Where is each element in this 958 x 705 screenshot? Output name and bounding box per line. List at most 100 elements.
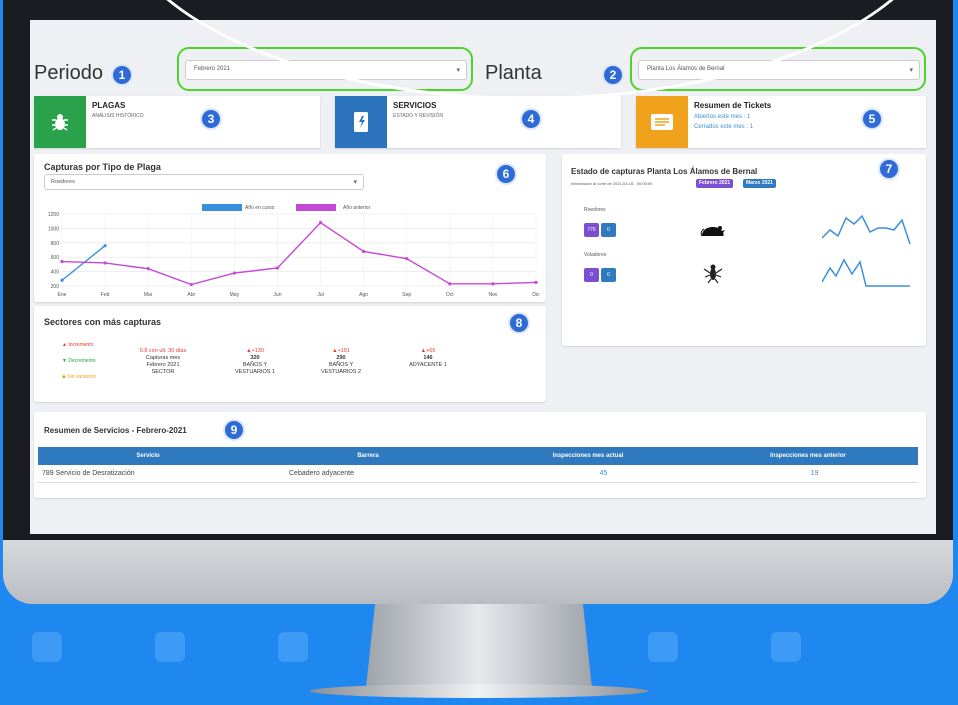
- x-tick-label: Oct: [446, 292, 454, 298]
- y-tick-label: 1200: [48, 212, 59, 218]
- data-point: [275, 266, 280, 270]
- legend-decremento: ▼ Decremento: [62, 358, 96, 364]
- cell-insp-actual[interactable]: 45: [496, 465, 707, 482]
- x-tick-label: Abr: [187, 292, 195, 298]
- x-tick-label: Nov: [488, 292, 497, 298]
- col-insp-anterior[interactable]: Inspecciones mes anterior: [698, 447, 918, 465]
- sectores-head-sector: SECTOR: [151, 369, 175, 375]
- tile-servicios[interactable]: SERVICIOS ESTADO Y REVISIÓN: [335, 96, 621, 148]
- estado-info: Información al corte de 2021-03-16 - 00:…: [571, 181, 653, 186]
- tickets-cerrados-link[interactable]: Cerrados este mes : 1: [694, 124, 753, 130]
- data-point: [448, 282, 452, 286]
- x-tick-label: Dic: [532, 292, 540, 298]
- data-point: [491, 282, 495, 286]
- x-tick-label: Feb: [101, 292, 110, 298]
- tile-plagas-title: PLAGAS: [92, 101, 126, 110]
- servicios-resumen-title: Resumen de Servicios - Febrero-2021: [44, 426, 187, 435]
- col-barrera[interactable]: Barrera: [258, 447, 478, 465]
- sector-item: ▲+66 146 ADYACENTE 1: [395, 348, 461, 369]
- sector-name: BAÑOS Y: [328, 362, 354, 368]
- data-point: [232, 271, 236, 275]
- legend-incremento: ▲ Incremento: [62, 342, 94, 348]
- table-header: Servicio Barrera Inspecciones mes actual…: [38, 447, 918, 465]
- monitor-stand-foot: [310, 684, 648, 698]
- legend-decremento-label: Decremento: [68, 358, 96, 364]
- col-servicio[interactable]: Servicio: [38, 447, 258, 465]
- bg-square: [278, 632, 308, 662]
- bug-icon: [34, 96, 86, 148]
- marker-7: 7: [878, 158, 900, 180]
- plaga-type-select[interactable]: Roedores ▾: [44, 174, 364, 190]
- y-tick-label: 1000: [48, 226, 59, 232]
- sector-value: 146: [423, 355, 433, 361]
- roedores-sparkline: [822, 214, 911, 245]
- marker-6: 6: [495, 163, 517, 185]
- estado-title: Estado de capturas Planta Los Álamos de …: [571, 167, 758, 176]
- legend-incremento-label: Incremento: [68, 342, 94, 348]
- data-point: [103, 261, 107, 265]
- legend-sin-variacion: ◆ Sin variación: [62, 374, 96, 380]
- sector-value: 290: [336, 355, 346, 361]
- sector-name: VESTUARIOS 1: [234, 369, 276, 375]
- sectores-title: Sectores con más capturas: [44, 317, 162, 327]
- bg-square: [648, 632, 678, 662]
- cell-insp-anterior[interactable]: 19: [707, 465, 918, 482]
- tile-plagas[interactable]: PLAGAS ANÁLISIS HISTÓRICO: [34, 96, 320, 148]
- badge-febrero[interactable]: Febrero 2021: [696, 179, 734, 188]
- sectores-head-period: 0.8 con ult. 30 días: [139, 348, 187, 354]
- monitor-stand-neck: [366, 604, 592, 688]
- tile-servicios-subtitle: ESTADO Y REVISIÓN: [393, 113, 444, 119]
- sector-value: 320: [250, 355, 260, 361]
- ticket-icon: [636, 96, 688, 148]
- voladores-count-febrero[interactable]: 0: [584, 268, 599, 282]
- sector-change: ▲+101: [332, 348, 350, 354]
- badge-marzo[interactable]: Marzo 2021: [743, 179, 776, 188]
- y-tick-label: 800: [51, 241, 60, 247]
- bg-square: [771, 632, 801, 662]
- chart-title: Capturas por Tipo de Plaga: [44, 162, 161, 172]
- rat-icon: [698, 220, 728, 243]
- tile-tickets-title: Resumen de Tickets: [694, 101, 772, 110]
- data-point: [318, 221, 323, 225]
- col-insp-actual[interactable]: Inspecciones mes actual: [478, 447, 698, 465]
- cell-barrera: Cebadero adyacente: [289, 470, 354, 477]
- monitor-chin: [3, 540, 953, 604]
- marker-9: 9: [223, 419, 245, 441]
- document-icon: [335, 96, 387, 148]
- tile-plagas-subtitle: ANÁLISIS HISTÓRICO: [92, 113, 144, 119]
- sector-item: ▲+101 290 BAÑOS Y VESTUARIOS 2: [308, 348, 374, 376]
- tile-servicios-title: SERVICIOS: [393, 101, 437, 110]
- data-point: [405, 257, 409, 261]
- y-tick-label: 600: [51, 255, 60, 261]
- marker-4: 4: [520, 108, 542, 130]
- marker-3: 3: [200, 108, 222, 130]
- servicios-table: Servicio Barrera Inspecciones mes actual…: [38, 447, 918, 483]
- chevron-down-icon: ▾: [909, 67, 913, 74]
- line-chart: 200 400 600 800 1000 1200 Ene Feb Mar Abr May Jun Ju…: [48, 212, 540, 298]
- x-tick-label: Ago: [359, 292, 368, 298]
- bg-square: [32, 632, 62, 662]
- marker-5: 5: [861, 108, 883, 130]
- x-tick-label: Jun: [273, 292, 281, 298]
- roedores-count-marzo[interactable]: 0: [601, 223, 616, 237]
- roedores-count-febrero[interactable]: 776: [584, 223, 599, 237]
- sector-name: BAÑOS Y: [242, 362, 268, 368]
- voladores-count-marzo[interactable]: 0: [601, 268, 616, 282]
- y-tick-label: 200: [51, 284, 60, 290]
- data-point: [534, 280, 538, 284]
- data-point: [60, 259, 64, 264]
- series-line-1: [61, 221, 537, 286]
- x-tick-label: Ene: [58, 292, 67, 298]
- x-tick-label: Mar: [144, 292, 153, 298]
- sector-name: VESTUARIOS 2: [320, 369, 362, 375]
- chevron-down-icon: ▾: [353, 179, 357, 186]
- voladores-sparkline: [822, 258, 910, 287]
- table-row[interactable]: 789 Servicio de Desratización Cebadero a…: [38, 465, 918, 483]
- sector-change: ▲+130: [246, 348, 264, 354]
- x-tick-label: Sep: [402, 292, 411, 298]
- tickets-abiertos-link[interactable]: Abiertos este mes : 1: [694, 114, 750, 120]
- plaga-type-value: Roedores: [51, 179, 75, 185]
- voladores-label: Voladores: [584, 252, 607, 258]
- periodo-select-value: Febrero 2021: [194, 66, 231, 72]
- cell-servicio: 789 Servicio de Desratización: [42, 470, 135, 477]
